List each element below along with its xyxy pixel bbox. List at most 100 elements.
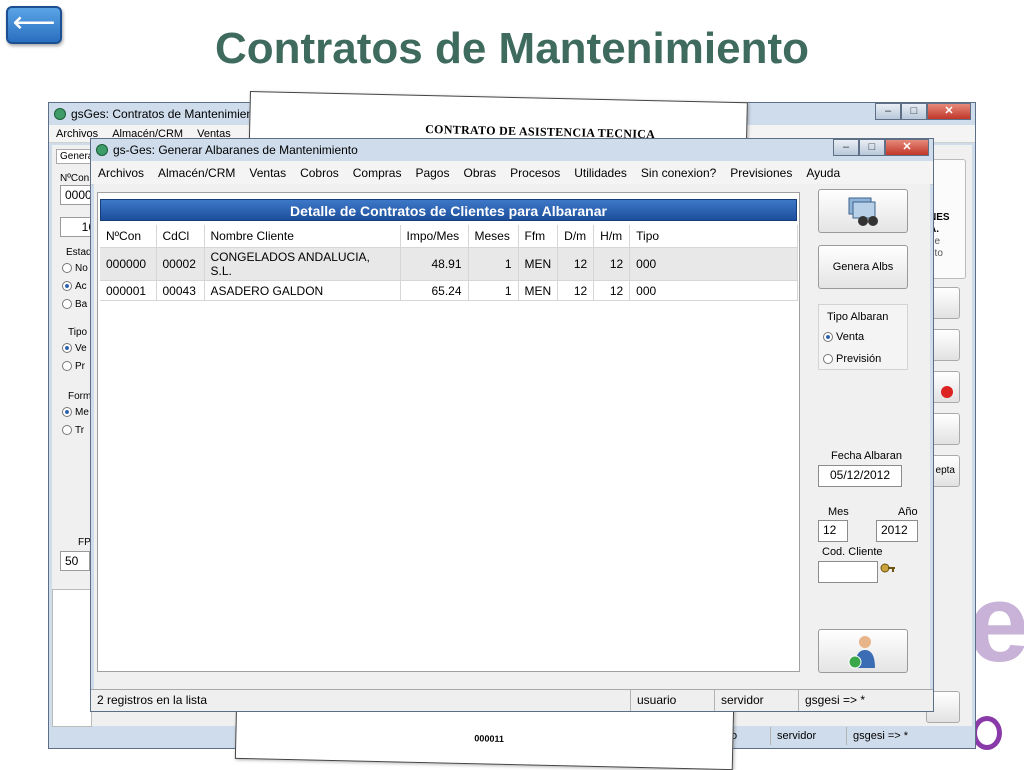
cell-meses: 1 [468, 247, 519, 281]
col-ncon[interactable]: NºCon [100, 225, 157, 248]
cell-ffm: MEN [518, 280, 559, 301]
radio-selected-icon [62, 281, 72, 292]
cell-cdcl: 00043 [156, 280, 205, 301]
maximize-button[interactable]: □ [859, 139, 885, 156]
menu-compras[interactable]: Compras [346, 166, 409, 180]
forma-option-1[interactable]: Me [62, 407, 89, 418]
close-button[interactable]: ✕ [927, 103, 971, 120]
cell-hm: 12 [593, 280, 631, 301]
radio-selected-icon [62, 343, 72, 354]
menu-ayuda[interactable]: Ayuda [799, 166, 847, 180]
front-window-client: Detalle de Contratos de Clientes para Al… [94, 184, 930, 689]
estado-label: Estad [66, 247, 92, 258]
menu-previsiones[interactable]: Previsiones [723, 166, 799, 180]
status-server: servidor [715, 690, 799, 711]
minimize-button[interactable]: – [833, 139, 859, 156]
estado-option-3[interactable]: Ba [62, 299, 87, 310]
minimize-button[interactable]: – [875, 103, 901, 120]
fp-field[interactable]: 50 [60, 551, 90, 571]
key-icon-svg [880, 563, 895, 573]
back-window-title: gsGes: Contratos de Mantenimiento [71, 107, 264, 121]
col-impo-mes[interactable]: Impo/Mes [400, 225, 469, 248]
contracts-grid: Detalle de Contratos de Clientes para Al… [97, 192, 800, 672]
panel-text-1: NES [929, 212, 950, 223]
menu-ventas[interactable]: Ventas [242, 166, 293, 180]
fp-label: FP [78, 537, 91, 548]
fecha-albaran-field[interactable]: 05/12/2012 [818, 465, 902, 487]
back-statusbar: usuario servidor gsgesi => * [695, 727, 971, 745]
anio-field[interactable]: 2012 [876, 520, 918, 542]
radio-icon [823, 354, 833, 365]
col-meses[interactable]: Meses [468, 225, 519, 248]
menu-utilidades[interactable]: Utilidades [567, 166, 634, 180]
status-user: usuario [631, 690, 715, 711]
cell-tipo: 000 [629, 247, 799, 281]
decorative-letter: e [968, 562, 1024, 685]
radio-venta[interactable]: Venta [823, 331, 864, 343]
col-dm[interactable]: D/m [557, 225, 595, 248]
front-window: gs-Ges: Generar Albaranes de Mantenimien… [90, 138, 934, 712]
menu-procesos[interactable]: Procesos [503, 166, 567, 180]
genera-albs-button[interactable]: Genera Albs [818, 245, 908, 289]
app-icon [54, 108, 66, 120]
status-db: gsgesi => * [805, 693, 866, 707]
radio-icon [62, 263, 72, 274]
search-contracts-button[interactable] [818, 189, 908, 233]
table-row[interactable]: 000000 00002 CONGELADOS ANDALUCIA, S.L. … [100, 247, 799, 281]
cell-ncon: 000001 [100, 280, 157, 301]
front-window-titlebar: gs-Ges: Generar Albaranes de Mantenimien… [91, 139, 933, 161]
col-ffm[interactable]: Ffm [518, 225, 559, 248]
col-hm[interactable]: H/m [593, 225, 631, 248]
estado-option-2[interactable]: Ac [62, 281, 87, 292]
maximize-button[interactable]: □ [901, 103, 927, 120]
tipo-option-2[interactable]: Pr [62, 361, 85, 372]
cell-ffm: MEN [518, 247, 559, 281]
mes-field[interactable]: 12 [818, 520, 848, 542]
col-tipo[interactable]: Tipo [629, 225, 799, 248]
cell-nombre: ASADERO GALDON [204, 280, 401, 301]
cod-cliente-label: Cod. Cliente [822, 546, 883, 558]
user-accept-button[interactable] [818, 629, 908, 673]
tipo-option-1[interactable]: Ve [62, 343, 87, 354]
cod-cliente-field[interactable] [818, 561, 878, 583]
radio-icon [62, 361, 72, 372]
menu-sin-conexion[interactable]: Sin conexion? [634, 166, 723, 180]
col-cdcl[interactable]: CdCl [156, 225, 205, 248]
key-icon[interactable] [880, 562, 896, 578]
back-status-db: gsgesi => * [853, 730, 909, 742]
menu-almacen-crm[interactable]: Almacén/CRM [151, 166, 242, 180]
slide-title: Contratos de Mantenimiento [214, 24, 810, 73]
close-button[interactable]: ✕ [885, 139, 929, 156]
anio-label: Año [898, 506, 918, 518]
estado-option-1[interactable]: No [62, 263, 88, 274]
menu-archivos[interactable]: Archivos [91, 166, 151, 180]
contracts-table: NºCon CdCl Nombre Cliente Impo/Mes Meses… [100, 225, 799, 301]
notes-area[interactable] [52, 589, 92, 727]
status-record-count: 2 registros en la lista [91, 690, 631, 711]
cell-dm: 12 [557, 280, 595, 301]
contract-number: 000011 [474, 733, 505, 744]
cell-hm: 12 [593, 247, 631, 281]
menu-cobros[interactable]: Cobros [293, 166, 346, 180]
ncon-label: NºCon [60, 173, 90, 184]
col-nombre-cliente[interactable]: Nombre Cliente [204, 225, 401, 248]
binoculars-icon [848, 197, 878, 226]
radio-selected-icon [62, 407, 72, 418]
forma-label: Form [68, 391, 92, 402]
cell-impo: 65.24 [400, 280, 469, 301]
menu-pagos[interactable]: Pagos [408, 166, 456, 180]
front-menubar: Archivos Almacén/CRM Ventas Cobros Compr… [91, 161, 933, 185]
front-statusbar: 2 registros en la lista usuario servidor… [91, 689, 933, 711]
radio-prevision[interactable]: Previsión [823, 353, 881, 365]
cell-tipo: 000 [629, 280, 799, 301]
radio-icon [62, 299, 72, 310]
cell-dm: 12 [557, 247, 595, 281]
grid-title: Detalle de Contratos de Clientes para Al… [100, 199, 797, 221]
tipo-label: Tipo [68, 327, 88, 338]
decorative-circle [972, 716, 1002, 750]
table-header-row: NºCon CdCl Nombre Cliente Impo/Mes Meses… [100, 225, 799, 248]
menu-obras[interactable]: Obras [456, 166, 503, 180]
forma-option-2[interactable]: Tr [62, 425, 84, 436]
user-icon [848, 636, 875, 669]
table-row[interactable]: 000001 00043 ASADERO GALDON 65.24 1 MEN … [100, 280, 799, 301]
